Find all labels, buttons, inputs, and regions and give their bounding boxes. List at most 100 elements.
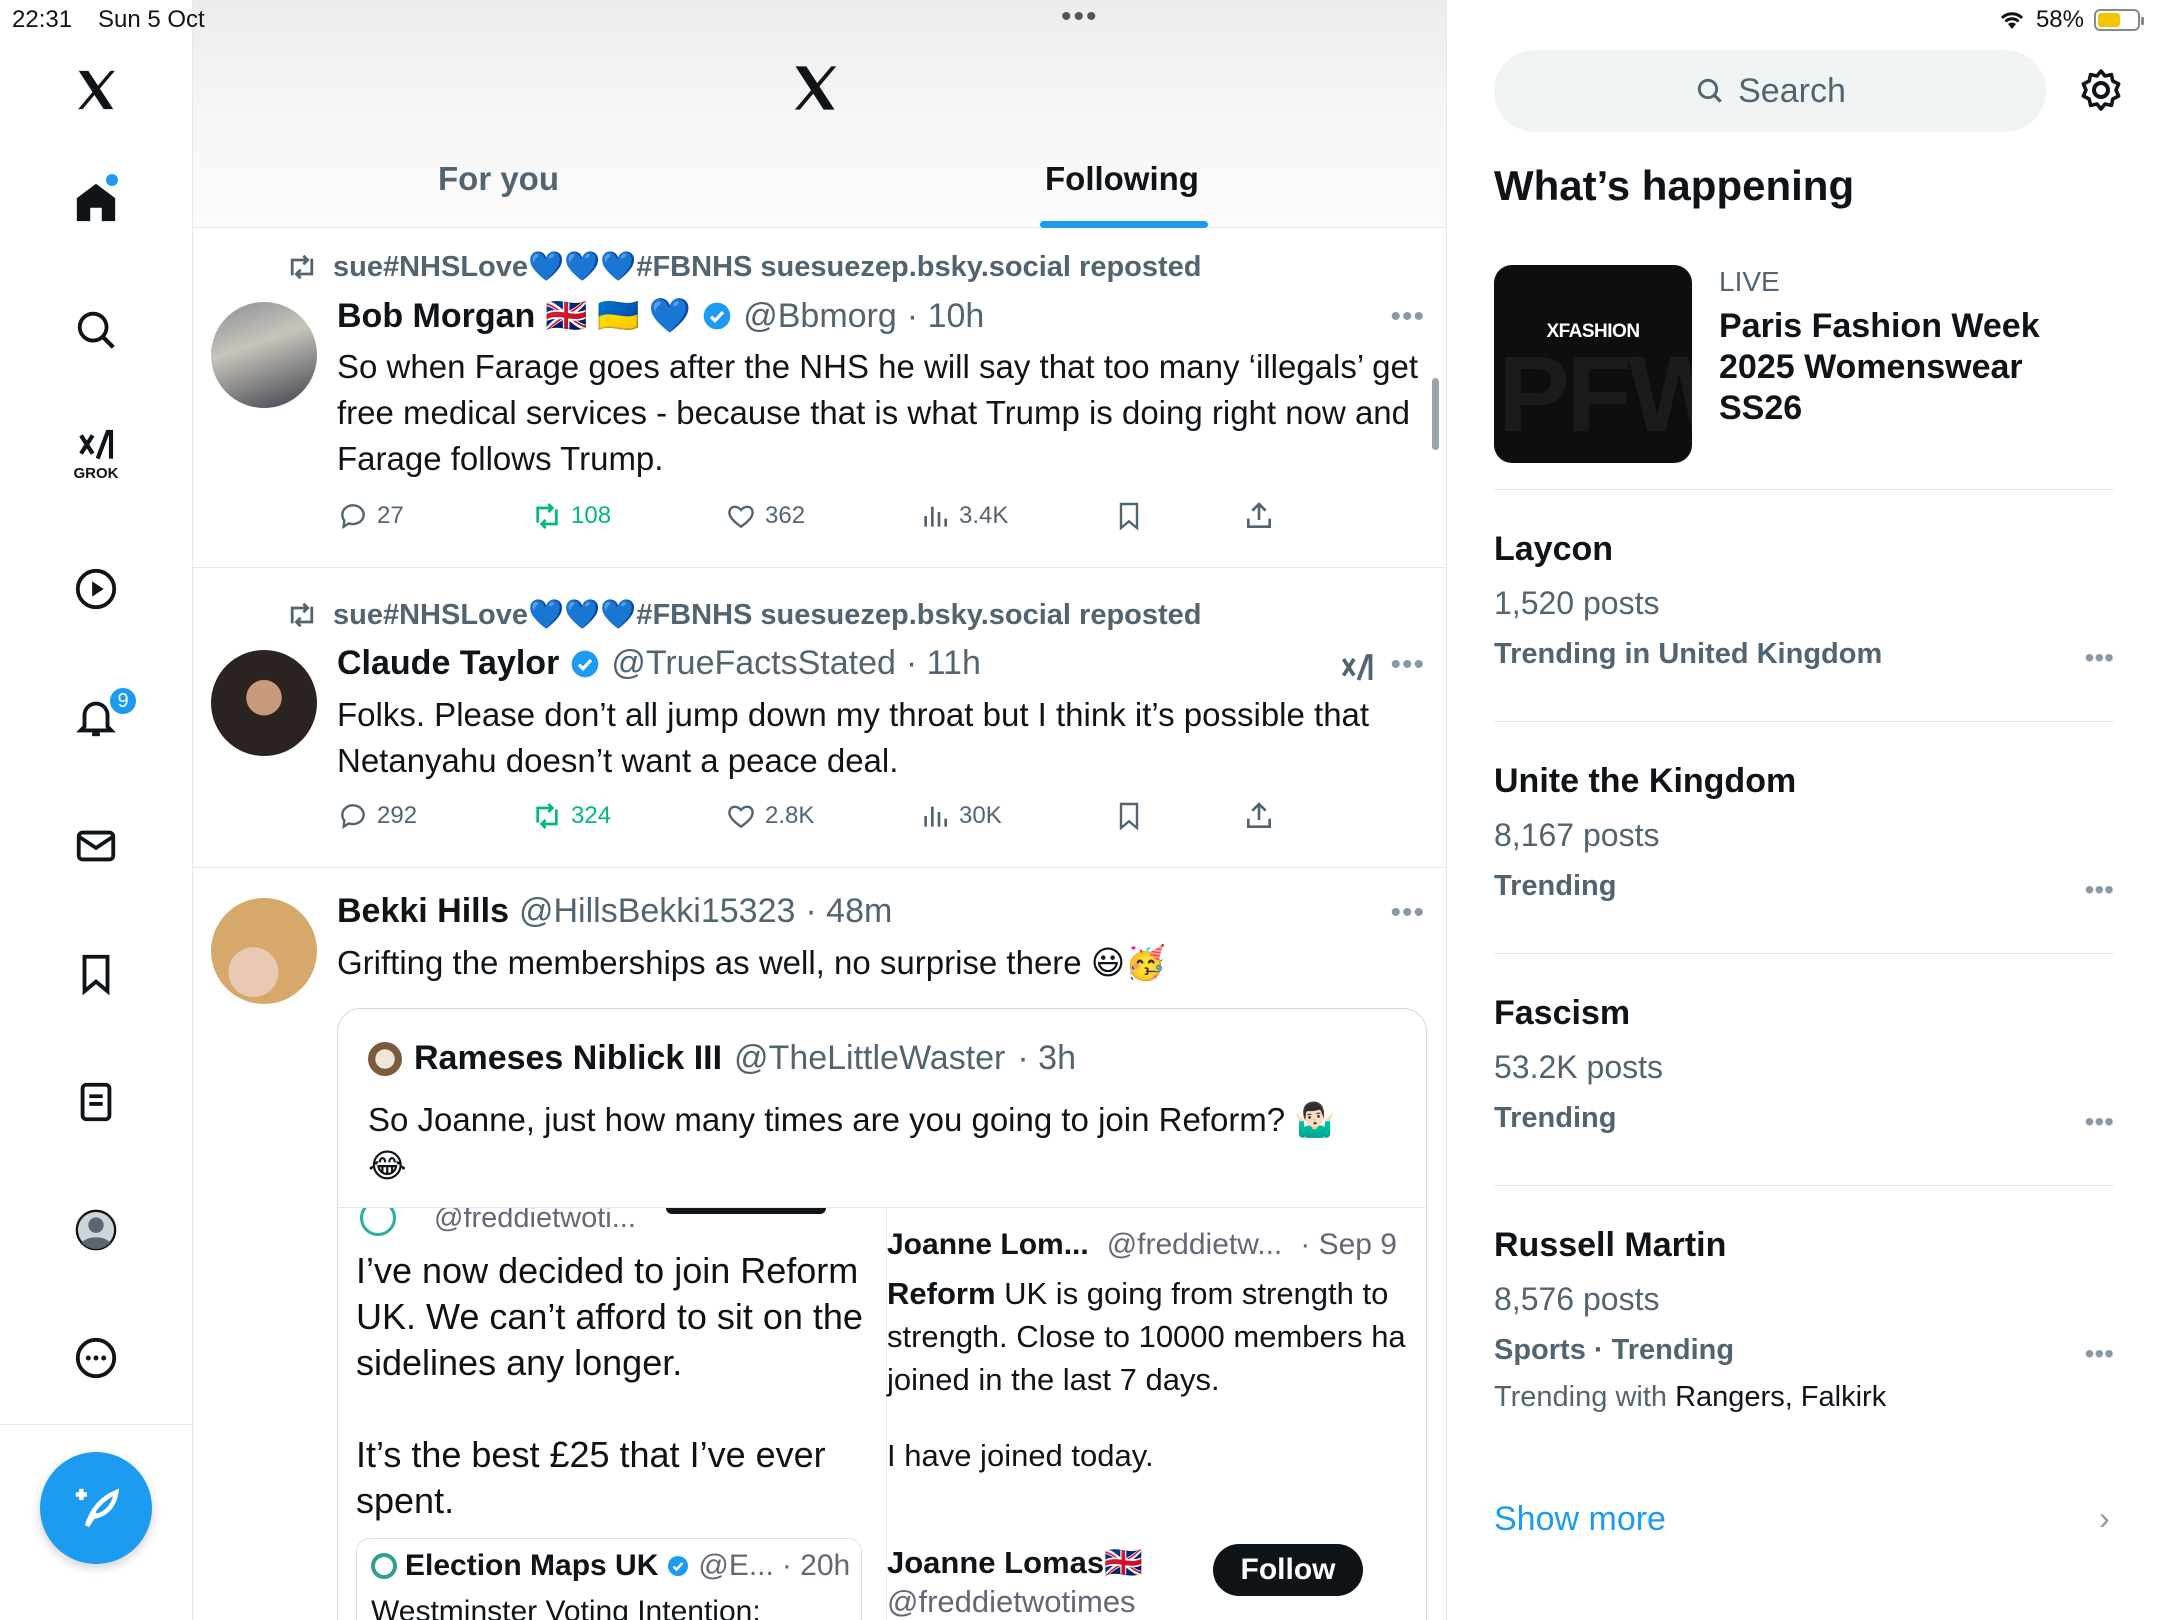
screenshot-right-bold: Reform [887, 1276, 996, 1311]
screenshot-text-1: I’ve now decided to join Reform UK. We c… [356, 1250, 863, 1383]
divider [1494, 721, 2114, 722]
trend-related-topics[interactable]: Rangers, Falkirk [1675, 1381, 1886, 1413]
author-handle[interactable]: @Bbmorg [743, 297, 897, 336]
grok-icon[interactable]: GROK [62, 420, 130, 488]
multitask-dots[interactable]: ••• [1061, 0, 1099, 34]
views-button[interactable]: 3.4K [919, 500, 1008, 532]
divider [1494, 489, 2114, 490]
status-right: 58% [1998, 6, 2144, 34]
author-name-emoji: 🇬🇧 🇺🇦 💙 [545, 297, 692, 335]
quote-avatar[interactable] [368, 1041, 402, 1076]
tweet-card[interactable]: sue#NHSLove💙💙💙#FBNHS suesuezep.bsky.soci… [193, 568, 1446, 868]
quote-author-handle[interactable]: @TheLittleWaster [734, 1039, 1005, 1078]
views-count: 3.4K [959, 502, 1009, 529]
messages-envelope-icon[interactable] [62, 812, 130, 880]
share-button[interactable] [1243, 500, 1275, 532]
like-button[interactable]: 2.8K [725, 800, 814, 832]
active-tab-indicator [1040, 221, 1208, 228]
verified-badge-icon [703, 302, 731, 330]
bookmark-button[interactable] [1113, 800, 1145, 832]
screenshot-embedded-card: Election Maps UK @E... · 20h Westminster… [356, 1538, 862, 1620]
tweet-header: Bob Morgan 🇬🇧 🇺🇦 💙 @Bbmorg · 10h [337, 296, 984, 336]
tweet-more-button[interactable]: ••• [1390, 648, 1425, 682]
date: Sun 5 Oct [98, 6, 205, 33]
divider [1494, 1185, 2114, 1186]
screenshot-text-2: It’s the best £25 that I’ve ever spent. [356, 1434, 826, 1521]
trend-more-button[interactable]: ••• [2085, 874, 2114, 906]
grok-icon[interactable] [1339, 650, 1375, 686]
trend-item[interactable]: Unite the Kingdom 8,167 posts Trending •… [1494, 762, 2114, 906]
trend-item[interactable]: Laycon 1,520 posts Trending in United Ki… [1494, 530, 2114, 674]
screenshot-button-edge [666, 1208, 826, 1214]
bookmark-icon [1119, 502, 1139, 531]
tweet-more-button[interactable]: ••• [1390, 896, 1425, 930]
timeline-column: For you Following sue#NHSLove💙💙💙#FBNHS s… [193, 0, 1447, 1620]
video-icon[interactable] [62, 555, 130, 623]
reply-count: 27 [377, 502, 404, 529]
author-handle[interactable]: @HillsBekki15323 [519, 892, 795, 931]
trend-item[interactable]: Fascism 53.2K posts Trending ••• [1494, 994, 2114, 1138]
bookmarks-icon[interactable] [62, 940, 130, 1008]
search-icon[interactable] [62, 296, 130, 364]
profile-avatar-icon[interactable] [62, 1196, 130, 1264]
author-name[interactable]: Claude Taylor [337, 644, 559, 683]
tweet-time[interactable]: · 11h [906, 644, 981, 683]
quote-text: So Joanne, just how many times are you g… [368, 1101, 1336, 1184]
tweet-card[interactable]: sue#NHSLove💙💙💙#FBNHS suesuezep.bsky.soci… [193, 228, 1446, 568]
trend-meta: Sports · Trending [1494, 1334, 1735, 1366]
author-handle[interactable]: @TrueFactsStated [611, 644, 896, 683]
wifi-icon [2000, 12, 2024, 29]
battery-icon [2094, 9, 2144, 31]
tab-for-you[interactable]: For you [438, 160, 559, 198]
repost-button[interactable]: 324 [531, 800, 611, 832]
avatar[interactable] [211, 898, 317, 1004]
screenshot-bottom-handle: @freddietwotimes [887, 1584, 1136, 1619]
screenshot-right-panel: Joanne Lom... @freddietw... · Sep 9 Refo… [886, 1208, 1426, 1620]
tweet-text: So when Farage goes after the NHS he wil… [337, 348, 1419, 477]
tweet-card[interactable]: Bekki Hills @HillsBekki15323 · 48m ••• G… [193, 868, 1446, 1620]
bookmark-button[interactable] [1113, 500, 1145, 532]
trend-more-button[interactable]: ••• [2085, 642, 2114, 674]
trend-name: Unite the Kingdom [1494, 762, 1797, 800]
views-button[interactable]: 30K [919, 800, 1002, 832]
reply-button[interactable]: 27 [337, 500, 404, 532]
author-name[interactable]: Bekki Hills [337, 892, 509, 931]
trend-item[interactable]: Russell Martin 8,576 posts Sports · Tren… [1494, 1226, 2114, 1414]
tab-following[interactable]: Following [1045, 160, 1199, 198]
reply-button[interactable]: 292 [337, 800, 417, 832]
live-event-thumbnail[interactable]: PFW XFASHION [1494, 265, 1692, 463]
tweet-header: Claude Taylor @TrueFactsStated · 11h [337, 644, 981, 683]
scrollbar[interactable] [1432, 378, 1439, 450]
live-event-brand: XFASHION [1546, 321, 1640, 342]
quoted-tweet-card[interactable]: Rameses Niblick III @TheLittleWaster · 3… [337, 1008, 1427, 1620]
tweet-time[interactable]: · 10h [907, 297, 985, 336]
avatar[interactable] [211, 302, 317, 408]
like-button[interactable]: 362 [725, 500, 805, 532]
live-event-title[interactable]: Paris Fashion Week 2025 Womenswear SS26 [1719, 306, 2099, 429]
avatar[interactable] [211, 650, 317, 756]
trend-count: 53.2K posts [1494, 1049, 1663, 1085]
repost-button[interactable]: 108 [531, 500, 611, 532]
repost-count: 324 [571, 802, 612, 829]
show-more-link[interactable]: Show more [1494, 1500, 1666, 1539]
tweet-more-button[interactable]: ••• [1390, 300, 1425, 334]
settings-gear-icon[interactable] [2077, 66, 2125, 114]
trend-name: Laycon [1494, 530, 1614, 568]
views-chart-icon [924, 506, 947, 527]
trend-more-button[interactable]: ••• [2085, 1106, 2114, 1138]
tweet-time[interactable]: · 48m [805, 892, 892, 931]
author-name[interactable]: Bob Morgan [337, 297, 535, 336]
tweet-text: Grifting the memberships as well, no sur… [337, 944, 1167, 981]
quote-author-name[interactable]: Rameses Niblick III [414, 1039, 722, 1078]
compose-post-button[interactable] [40, 1452, 152, 1564]
more-options-icon[interactable] [62, 1324, 130, 1392]
lists-icon[interactable] [62, 1068, 130, 1136]
home-icon[interactable] [62, 168, 130, 236]
x-logo-icon[interactable] [62, 56, 130, 124]
election-maps-logo-icon [371, 1553, 397, 1579]
search-input[interactable]: Search [1494, 50, 2046, 132]
search-icon [1697, 78, 1722, 103]
quoted-screenshot-image[interactable]: @freddietwoti... I’ve now decided to joi… [338, 1207, 1426, 1620]
share-button[interactable] [1243, 800, 1275, 832]
trend-more-button[interactable]: ••• [2085, 1338, 2114, 1370]
